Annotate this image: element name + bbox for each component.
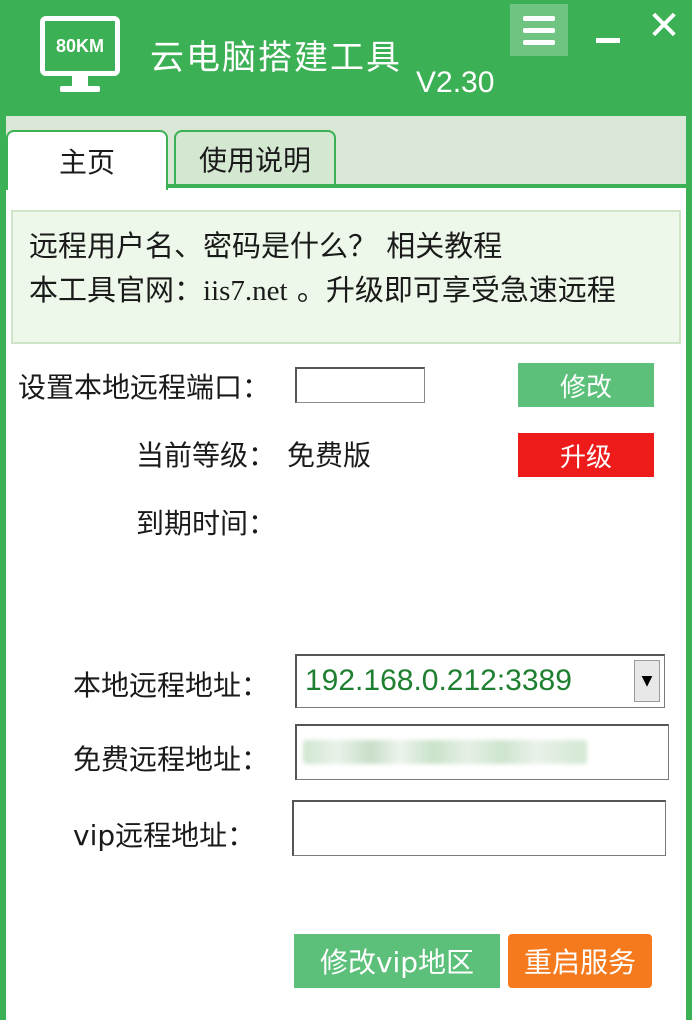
logo-text: 80KM	[55, 35, 104, 56]
menu-icon[interactable]	[510, 4, 568, 56]
expiry-label: 到期时间：	[136, 507, 277, 540]
free-address-label: 免费远程地址：	[73, 743, 270, 776]
tab-usage-guide[interactable]: 使用说明	[174, 130, 336, 186]
site-suffix: 。升级即可享受急速远程	[296, 273, 616, 307]
modify-port-button[interactable]: 修改	[518, 363, 654, 407]
vip-address-label: vip远程地址：	[73, 819, 256, 852]
upgrade-button[interactable]: 升级	[518, 433, 654, 477]
port-input[interactable]	[295, 367, 425, 403]
title-bar[interactable]: 80KM 云电脑搭建工具 V2.30 ✕	[0, 0, 692, 116]
frame-border-right	[686, 116, 692, 1020]
notice-line-2: 本工具官网：iis7.net 。升级即可享受急速远程	[29, 268, 679, 313]
app-title: 云电脑搭建工具	[150, 38, 402, 78]
app-window: 80KM 云电脑搭建工具 V2.30 ✕ 主页 使用说明 远程用户名、密码是什么…	[0, 0, 692, 1020]
level-label: 当前等级：	[136, 439, 277, 472]
level-value: 免费版	[287, 439, 372, 472]
free-address-field[interactable]	[295, 724, 669, 780]
close-icon[interactable]: ✕	[644, 6, 684, 46]
minimize-icon[interactable]	[592, 14, 626, 54]
local-address-label: 本地远程地址：	[73, 669, 270, 702]
restart-service-button[interactable]: 重启服务	[508, 934, 652, 988]
modify-vip-region-button[interactable]: 修改vip地区	[294, 934, 500, 988]
notice-line-1: 远程用户名、密码是什么？ 相关教程	[29, 224, 679, 268]
local-address-value: 192.168.0.212:3389	[305, 664, 572, 697]
notice-box: 远程用户名、密码是什么？ 相关教程 本工具官网：iis7.net 。升级即可享受…	[11, 210, 681, 344]
dropdown-arrow-icon[interactable]: ▼	[634, 660, 660, 702]
frame-border-left	[0, 116, 6, 1020]
app-logo: 80KM	[40, 16, 120, 76]
logo-monitor-stand	[72, 76, 88, 86]
tab-home[interactable]: 主页	[6, 130, 168, 190]
tab-bar: 主页 使用说明	[0, 116, 692, 190]
site-prefix: 本工具官网：	[29, 273, 204, 307]
vip-address-field[interactable]	[292, 800, 666, 856]
tutorial-link[interactable]: 相关教程	[386, 229, 502, 263]
site-link[interactable]: iis7.net	[203, 275, 288, 307]
logo-monitor-base	[60, 86, 100, 92]
notice-question: 远程用户名、密码是什么？	[29, 229, 378, 263]
local-address-select[interactable]: 192.168.0.212:3389 ▼	[295, 654, 665, 708]
port-label: 设置本地远程端口：	[18, 371, 271, 404]
app-version: V2.30	[416, 66, 495, 99]
blurred-address-value	[303, 740, 587, 764]
